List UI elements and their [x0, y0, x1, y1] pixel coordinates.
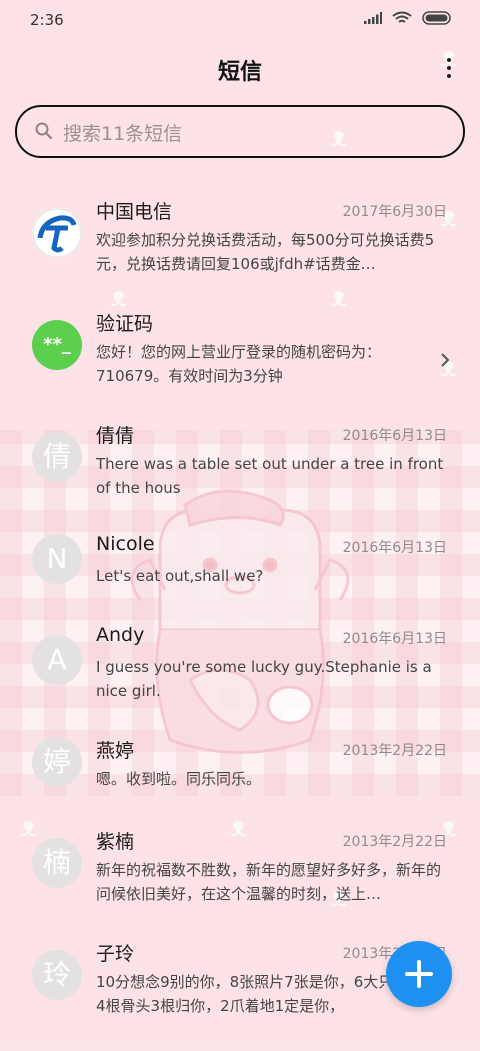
contact-name: 倩倩 — [96, 425, 135, 447]
avatar: N — [32, 534, 82, 584]
message-date: 2017年6月30日 — [342, 204, 447, 220]
avatar: **_ — [32, 320, 82, 370]
message-preview: 您好！您的网上营业厅登录的随机密码为：710679。有效时间为3分钟 — [96, 343, 382, 385]
message-preview: 嗯。收到啦。同乐同乐。 — [96, 770, 262, 788]
message-preview: Let's eat out,shall we? — [96, 567, 264, 585]
status-bar: 2:36 — [0, 0, 480, 40]
avatar: 楠 — [32, 838, 82, 888]
conversation-item[interactable]: 倩 倩倩 2016年6月13日 There was a table set ou… — [0, 421, 480, 533]
message-date: 2013年2月22日 — [342, 834, 447, 850]
message-date: 2016年6月13日 — [342, 631, 447, 647]
chevron-right-icon — [441, 353, 450, 367]
message-preview: There was a table set out under a tree i… — [96, 455, 444, 497]
avatar: 倩 — [32, 432, 82, 482]
search-icon — [35, 122, 53, 140]
search-input[interactable]: 搜索11条短信 — [15, 105, 465, 158]
contact-name: Nicole — [96, 533, 155, 555]
message-preview: 新年的祝福数不胜数，新年的愿望好多好多，新年的问候依旧美好，在这个温馨的时刻，送… — [96, 861, 442, 903]
contact-name: 燕婷 — [96, 740, 135, 762]
conversation-item[interactable]: 楠 紫楠 2013年2月22日 新年的祝福数不胜数，新年的愿望好多好多，新年的问… — [0, 827, 480, 939]
new-message-button[interactable] — [386, 941, 452, 1007]
conversation-item[interactable]: A Andy 2016年6月13日 I guess you're some lu… — [0, 624, 480, 736]
china-telecom-logo-icon — [32, 208, 82, 258]
message-preview: I guess you're some lucky guy.Stephanie … — [96, 658, 432, 700]
message-date: 2013年2月22日 — [342, 743, 447, 759]
avatar: 婷 — [32, 737, 82, 787]
status-time: 2:36 — [30, 11, 64, 29]
wifi-icon — [392, 11, 412, 23]
more-options-icon[interactable] — [444, 58, 454, 82]
conversation-item[interactable]: **_ 验证码 您好！您的网上营业厅登录的随机密码为：710679。有效时间为3… — [0, 309, 480, 421]
battery-icon — [422, 11, 451, 25]
contact-name: 子玲 — [96, 943, 135, 965]
signal-icon — [364, 12, 382, 24]
message-date: 2016年6月13日 — [342, 428, 447, 444]
contact-name: 紫楠 — [96, 831, 135, 853]
app-header: 短信 — [0, 44, 480, 96]
contact-name: 验证码 — [96, 313, 154, 335]
contact-name: Andy — [96, 624, 145, 646]
avatar: 玲 — [32, 950, 82, 1000]
message-preview: 欢迎参加积分兑换话费活动，每500分可兑换话费5元，兑换话费请回复106或jfd… — [96, 231, 435, 273]
search-placeholder: 搜索11条短信 — [63, 123, 183, 145]
contact-name: 中国电信 — [96, 201, 173, 223]
message-date: 2016年6月13日 — [342, 540, 447, 556]
avatar: A — [32, 635, 82, 685]
page-title: 短信 — [217, 60, 262, 85]
conversation-item[interactable]: 中国电信 2017年6月30日 欢迎参加积分兑换话费活动，每500分可兑换话费5… — [0, 197, 480, 309]
